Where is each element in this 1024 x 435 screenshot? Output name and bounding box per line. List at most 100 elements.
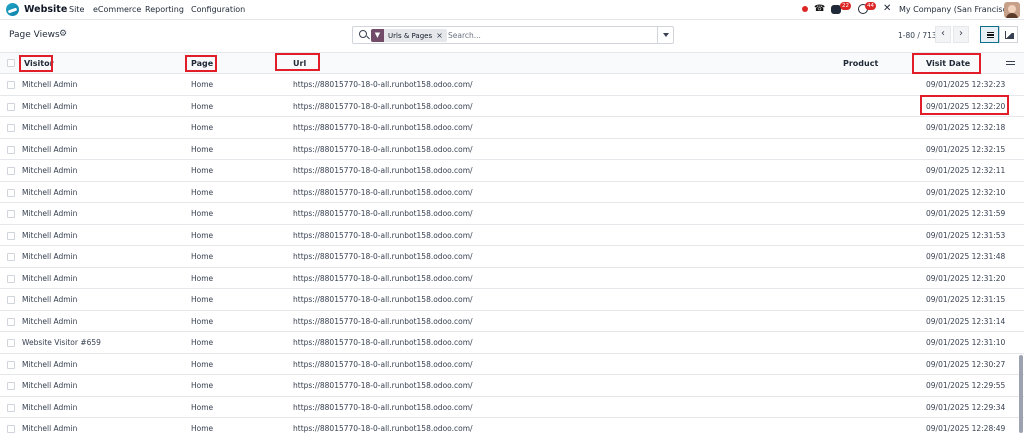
cell-url: https://88015770-18-0-all.runbot158.odoo… — [293, 166, 473, 175]
company-switcher[interactable]: My Company (San Francisco) — [899, 5, 1015, 14]
menu-reporting[interactable]: Reporting — [145, 5, 184, 14]
cell-visitor: Mitchell Admin — [22, 424, 78, 433]
page-title[interactable]: Page Views — [9, 30, 60, 40]
row-checkbox[interactable] — [7, 425, 15, 433]
table-row[interactable]: Mitchell Admin Home https://88015770-18-0-… — [0, 160, 1024, 182]
cell-visit-date: 09/01/2025 12:29:55 — [926, 381, 1006, 390]
table-row[interactable]: Mitchell Admin Home https://88015770-18-0-… — [0, 246, 1024, 268]
table-row[interactable]: Mitchell Admin Home https://88015770-18-0-… — [0, 354, 1024, 375]
row-checkbox[interactable] — [7, 210, 15, 218]
debug-tools-icon[interactable]: ✕ — [883, 3, 891, 14]
table-row[interactable]: Mitchell Admin Home https://88015770-18-0-… — [0, 311, 1024, 332]
table-row[interactable]: Mitchell Admin Home https://88015770-18-0-… — [0, 96, 1024, 117]
search-input[interactable]: Search... — [448, 31, 481, 40]
table-row[interactable]: Mitchell Admin Home https://88015770-18-0-… — [0, 397, 1024, 418]
table-row[interactable]: Mitchell Admin Home https://88015770-18-0-… — [0, 117, 1024, 139]
column-header-product[interactable]: Product — [843, 59, 878, 68]
cell-visitor: Mitchell Admin — [22, 80, 78, 89]
filter-icon: ▼ — [371, 29, 384, 42]
table-row[interactable]: Mitchell Admin Home https://88015770-18-0-… — [0, 268, 1024, 289]
pager-next-button[interactable]: › — [953, 26, 969, 43]
table-row[interactable]: Mitchell Admin Home https://88015770-18-0-… — [0, 203, 1024, 225]
row-checkbox[interactable] — [7, 124, 15, 132]
search-facet: ▼ Urls & Pages × — [371, 29, 447, 42]
cell-page: Home — [191, 381, 214, 390]
cell-url: https://88015770-18-0-all.runbot158.odoo… — [293, 187, 473, 197]
search-bar[interactable]: ▼ Urls & Pages × Search... — [352, 26, 674, 44]
table-row[interactable]: Mitchell Admin Home https://88015770-18-0-… — [0, 74, 1024, 96]
table-row[interactable]: Mitchell Admin Home https://88015770-18-0-… — [0, 182, 1024, 203]
cell-visitor: Mitchell Admin — [22, 144, 78, 154]
cell-visitor: Mitchell Admin — [22, 359, 78, 369]
cell-visitor: Website Visitor #659 — [22, 338, 101, 347]
row-checkbox[interactable] — [7, 81, 15, 89]
cell-page: Home — [191, 101, 214, 111]
scrollbar-thumb[interactable] — [1019, 355, 1023, 433]
cell-url: https://88015770-18-0-all.runbot158.odoo… — [293, 123, 473, 132]
cell-visitor: Mitchell Admin — [22, 230, 78, 240]
row-checkbox[interactable] — [7, 403, 15, 412]
gear-icon[interactable]: ⚙ — [59, 29, 67, 39]
search-icon[interactable] — [359, 30, 367, 38]
row-checkbox[interactable] — [7, 317, 15, 326]
row-checkbox[interactable] — [7, 145, 15, 154]
highlight-visit-date — [912, 53, 981, 74]
search-dropdown-toggle[interactable] — [657, 27, 673, 43]
cell-url: https://88015770-18-0-all.runbot158.odoo… — [293, 338, 473, 347]
cell-visitor: Mitchell Admin — [22, 101, 78, 111]
phone-icon[interactable]: ☎ — [814, 4, 825, 15]
cell-visit-date: 09/01/2025 12:32:18 — [926, 123, 1006, 132]
remove-facet-icon[interactable]: × — [436, 31, 447, 40]
row-checkbox[interactable] — [7, 188, 15, 197]
list-view-button[interactable] — [980, 26, 999, 43]
table-row[interactable]: Mitchell Admin Home https://88015770-18-0-… — [0, 139, 1024, 160]
cell-page: Home — [191, 402, 214, 412]
table-row[interactable]: Website Visitor #659 Home https://88015770… — [0, 332, 1024, 354]
cell-url: https://88015770-18-0-all.runbot158.odoo… — [293, 273, 473, 283]
table-row[interactable]: Mitchell Admin Home https://88015770-18-0-… — [0, 289, 1024, 311]
cell-visit-date: 09/01/2025 12:32:11 — [926, 166, 1006, 175]
pager-value[interactable]: 1-80 / 713 — [898, 31, 937, 40]
select-all-checkbox[interactable] — [7, 59, 15, 67]
cell-visit-date: 09/01/2025 12:30:27 — [926, 359, 1006, 369]
row-checkbox[interactable] — [7, 102, 15, 111]
cell-url: https://88015770-18-0-all.runbot158.odoo… — [293, 424, 473, 433]
row-checkbox[interactable] — [7, 253, 15, 261]
table-row[interactable]: Mitchell Admin Home https://88015770-18-0-… — [0, 418, 1024, 435]
app-name[interactable]: Website — [24, 4, 67, 15]
row-checkbox[interactable] — [7, 296, 15, 304]
row-checkbox[interactable] — [7, 339, 15, 347]
cell-visitor: Mitchell Admin — [22, 273, 78, 283]
top-navbar: Website Site eCommerce Reporting Configu… — [0, 0, 1024, 20]
activity-badge: 44 — [865, 2, 876, 10]
cell-visit-date: 09/01/2025 12:31:59 — [926, 209, 1006, 218]
row-checkbox[interactable] — [7, 274, 15, 283]
table-row[interactable]: Mitchell Admin Home https://88015770-18-0-… — [0, 225, 1024, 246]
website-app-icon[interactable] — [6, 3, 19, 16]
menu-ecommerce[interactable]: eCommerce — [93, 5, 141, 14]
cell-url: https://88015770-18-0-all.runbot158.odoo… — [293, 381, 473, 390]
cell-page: Home — [191, 338, 214, 347]
cell-page: Home — [191, 252, 214, 261]
menu-configuration[interactable]: Configuration — [191, 5, 245, 14]
cell-url: https://88015770-18-0-all.runbot158.odoo… — [293, 80, 473, 89]
user-avatar[interactable] — [1004, 2, 1020, 18]
status-dot-icon[interactable] — [802, 6, 808, 12]
row-checkbox[interactable] — [7, 231, 15, 240]
cell-visit-date: 09/01/2025 12:31:53 — [926, 230, 1006, 240]
cell-page: Home — [191, 209, 214, 218]
row-checkbox[interactable] — [7, 167, 15, 175]
cell-visitor: Mitchell Admin — [22, 123, 78, 132]
pager-previous-button[interactable]: ‹ — [935, 26, 951, 43]
table-row[interactable]: Mitchell Admin Home https://88015770-18-0-… — [0, 375, 1024, 397]
highlight-visitor — [19, 55, 53, 72]
cell-page: Home — [191, 144, 214, 154]
row-checkbox[interactable] — [7, 360, 15, 369]
cell-page: Home — [191, 359, 214, 369]
row-checkbox[interactable] — [7, 382, 15, 390]
optional-columns-toggle-icon[interactable] — [1006, 59, 1015, 67]
menu-site[interactable]: Site — [69, 5, 84, 14]
graph-view-button[interactable] — [999, 26, 1018, 43]
cell-visit-date: 09/01/2025 12:31:20 — [926, 273, 1006, 283]
cell-visitor: Mitchell Admin — [22, 381, 78, 390]
